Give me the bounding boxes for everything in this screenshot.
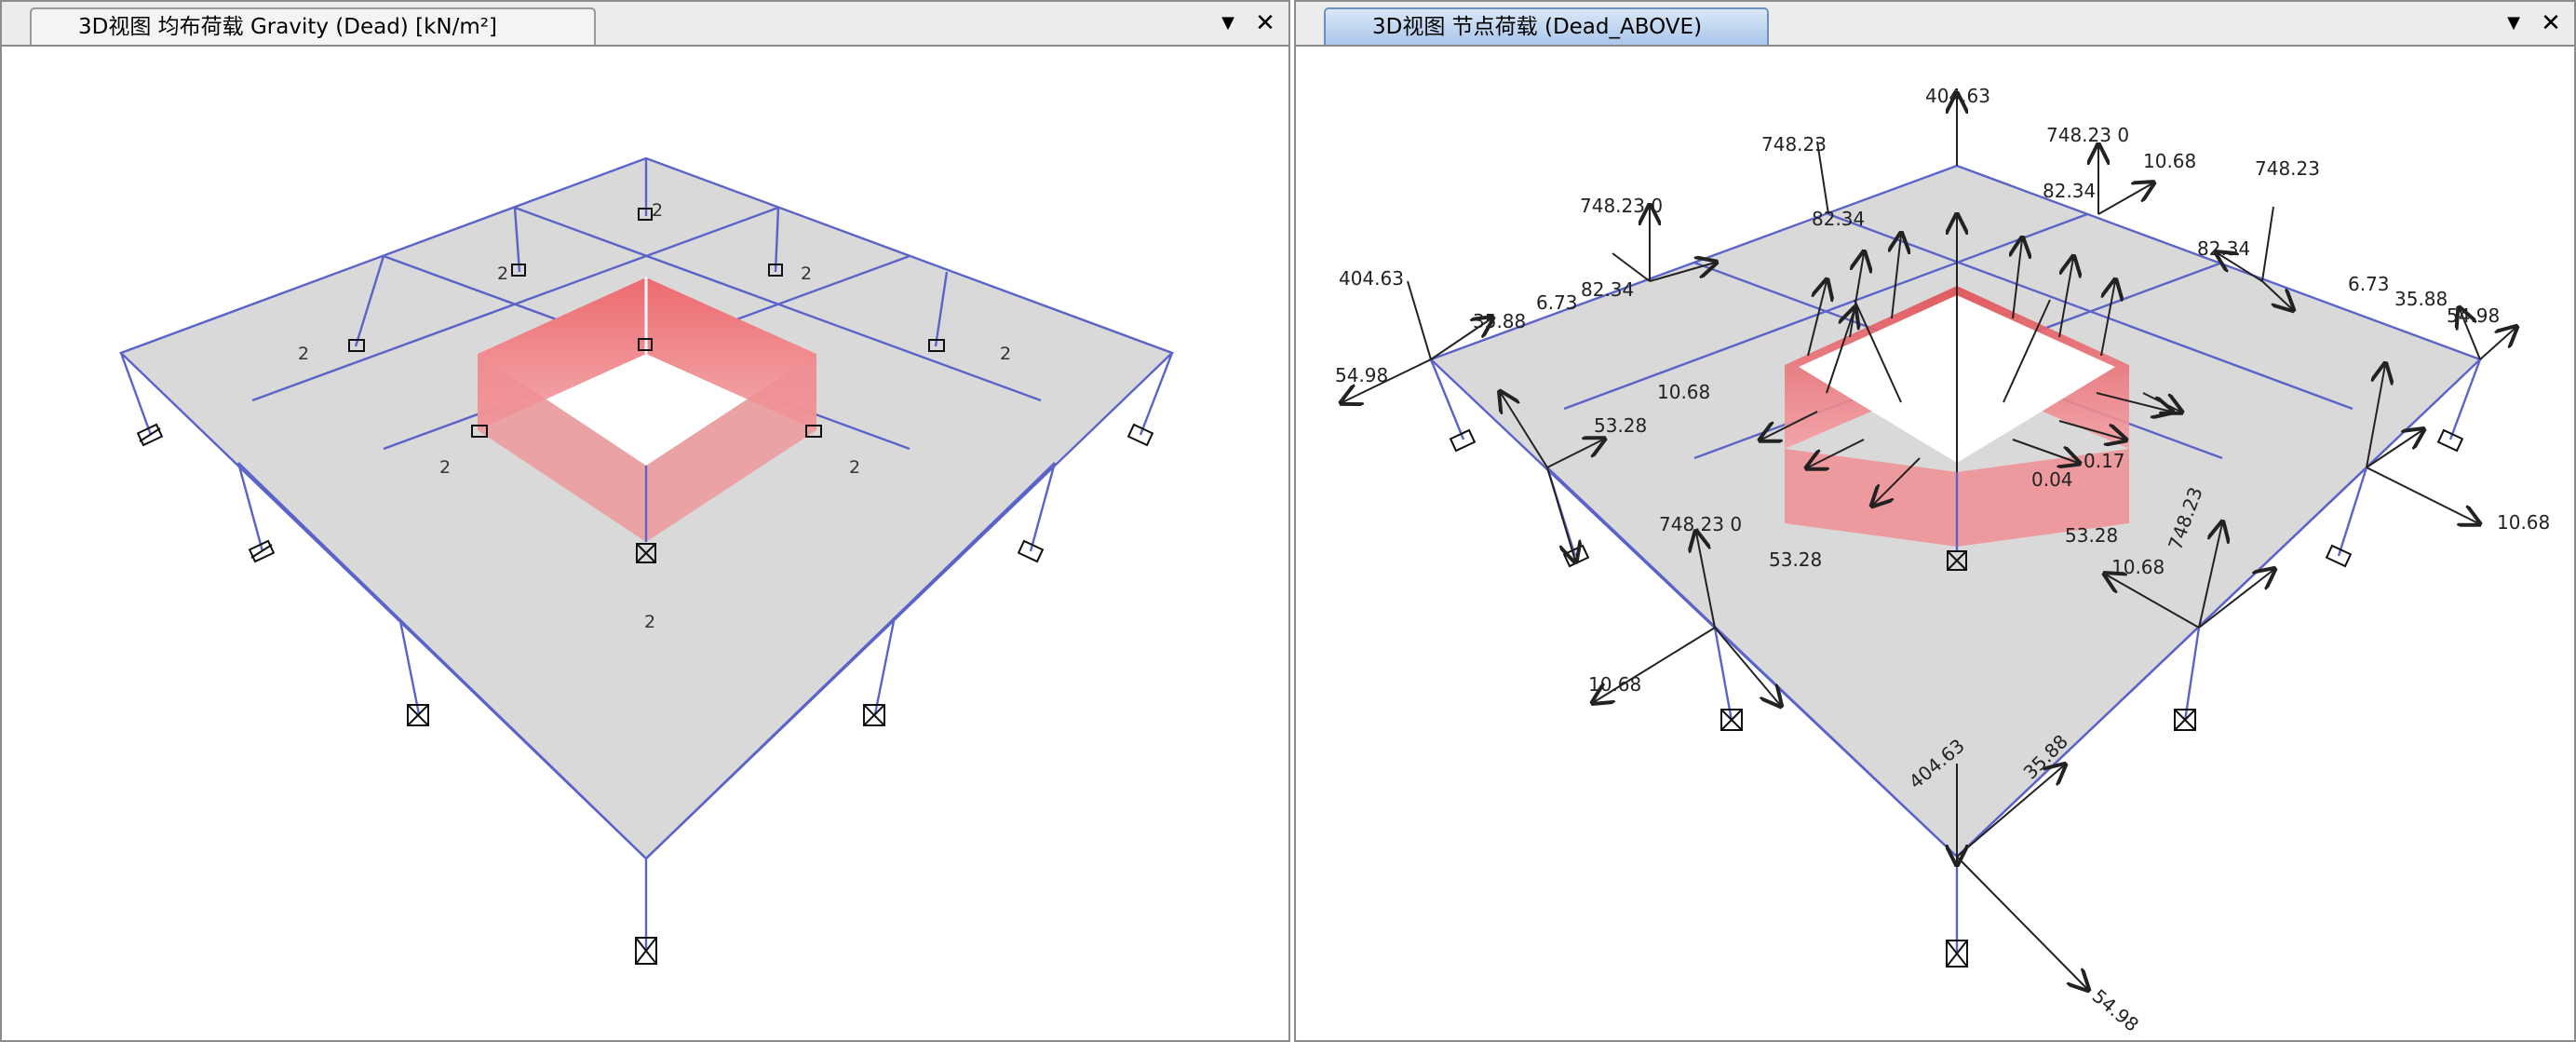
left-3d-view-pane: 3D视图 均布荷载 Gravity (Dead) [kN/m²] ▼ ✕ 2 2… (0, 0, 1290, 1042)
load-value: 53.28 (2065, 524, 2118, 547)
load-value: 54.98 (2088, 984, 2143, 1035)
load-value: 53.28 (1769, 548, 1822, 571)
load-value: 53.28 (1594, 414, 1647, 437)
load-value: 82.34 (1812, 208, 1865, 230)
load-value: 10.68 (1588, 673, 1641, 696)
load-value: 54.98 (1335, 364, 1388, 386)
load-value: 748.23 0 (2046, 124, 2129, 146)
load-value: 82.34 (2197, 237, 2250, 260)
right-view-tab[interactable]: 3D视图 节点荷载 (Dead_ABOVE) (1324, 7, 1769, 45)
left-close-icon[interactable]: ✕ (1251, 2, 1279, 45)
right-tab-strip: 3D视图 节点荷载 (Dead_ABOVE) ▼ ✕ (1296, 2, 2574, 47)
left-3d-model-canvas[interactable]: 2 2 2 2 2 2 2 2 (2, 45, 1288, 1042)
load-value: 10.68 (1657, 381, 1710, 403)
load-value: 10.68 (2143, 150, 2196, 172)
load-value: 404.63 (1925, 85, 1990, 107)
load-label: 2 (849, 457, 860, 478)
load-value: 10.68 (2111, 556, 2165, 578)
load-value: 82.34 (1581, 278, 1634, 301)
load-value: 748.23 0 (1659, 513, 1742, 535)
left-dropdown-icon[interactable]: ▼ (1214, 2, 1242, 45)
right-dropdown-icon[interactable]: ▼ (2500, 2, 2528, 45)
right-close-icon[interactable]: ✕ (2537, 2, 2565, 45)
left-view-tab[interactable]: 3D视图 均布荷载 Gravity (Dead) [kN/m²] (30, 7, 596, 45)
load-value: 748.23 (1761, 133, 1827, 156)
load-value: 6.73 (1536, 291, 1578, 314)
load-value: 6.73 (2348, 273, 2390, 295)
load-value: 748.23 0 (1580, 195, 1663, 217)
load-value: 35.88 (1473, 310, 1526, 332)
load-value: 0.17 (2084, 450, 2125, 472)
load-value: 82.34 (2043, 180, 2096, 202)
load-value: 0.04 (2031, 468, 2073, 491)
load-value: 404.63 (1339, 267, 1404, 290)
load-label: 2 (644, 612, 655, 632)
left-tab-strip: 3D视图 均布荷载 Gravity (Dead) [kN/m²] ▼ ✕ (2, 2, 1288, 47)
load-value: 748.23 (2255, 157, 2320, 180)
load-label: 2 (497, 264, 508, 284)
load-label: 2 (298, 344, 309, 364)
load-label: 2 (801, 264, 812, 284)
load-value: 54.98 (2447, 304, 2500, 327)
right-3d-model-canvas[interactable]: 404.63 748.23 748.23 0 748.23 0 404.63 5… (1296, 45, 2574, 1042)
right-3d-view-pane: 3D视图 节点荷载 (Dead_ABOVE) ▼ ✕ 404.63 748.23… (1294, 0, 2576, 1042)
load-value: 35.88 (2394, 288, 2448, 310)
load-label: 2 (652, 200, 663, 221)
load-label: 2 (1000, 344, 1011, 364)
load-label: 2 (439, 457, 451, 478)
load-value: 10.68 (2497, 511, 2550, 534)
